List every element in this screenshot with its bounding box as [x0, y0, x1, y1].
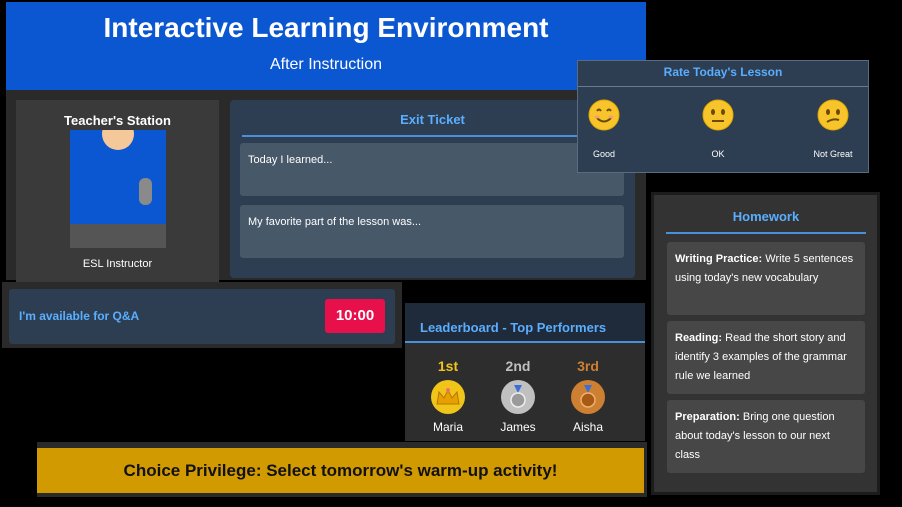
- rating-label: OK: [711, 149, 725, 159]
- rating-option-good[interactable]: Good: [574, 99, 634, 159]
- rating-title: Rate Today's Lesson: [578, 61, 868, 87]
- confused-face-icon: [817, 99, 849, 131]
- rating-label: Good: [592, 149, 616, 159]
- rating-option-not-great[interactable]: Not Great: [803, 99, 863, 159]
- exit-ticket-placeholder: Today I learned...: [248, 154, 333, 166]
- leaderboard-entry: 1st Maria: [418, 358, 478, 434]
- homework-panel: Homework Writing Practice: Write 5 sente…: [651, 192, 880, 495]
- homework-title: Homework: [666, 209, 866, 234]
- bronze-medal-icon: [571, 380, 605, 414]
- homework-item-label: Preparation:: [675, 411, 740, 423]
- exit-ticket-placeholder: My favorite part of the lesson was...: [248, 216, 422, 228]
- choice-privilege-banner: Choice Privilege: Select tomorrow's warm…: [37, 448, 644, 493]
- homework-item-label: Reading:: [675, 332, 723, 344]
- leaderboard-title: Leaderboard - Top Performers: [405, 303, 645, 343]
- leaderboard-rank: 1st: [437, 358, 459, 374]
- homework-item: Reading: Read the short story and identi…: [667, 321, 865, 394]
- leaderboard-name: James: [500, 420, 536, 434]
- homework-item: Preparation: Bring one question about to…: [667, 400, 865, 473]
- rating-option-ok[interactable]: OK: [688, 99, 748, 159]
- page-subtitle: After Instruction: [269, 56, 383, 73]
- teacher-avatar: [70, 130, 166, 248]
- countdown-timer: 10:00: [325, 299, 385, 333]
- homework-item: Writing Practice: Write 5 sentences usin…: [667, 242, 865, 315]
- rating-label: Not Great: [813, 149, 853, 159]
- neutral-face-icon: [702, 99, 734, 131]
- exit-ticket-field-favorite[interactable]: My favorite part of the lesson was...: [240, 205, 624, 258]
- teacher-station: Teacher's Station ESL Instructor: [16, 100, 219, 282]
- lesson-rating-panel: Rate Today's Lesson Good OK Not Great: [577, 60, 869, 173]
- exit-ticket-title: Exit Ticket: [242, 112, 623, 137]
- silver-medal-icon: [501, 380, 535, 414]
- exit-ticket-field-learned[interactable]: Today I learned...: [240, 143, 624, 196]
- page-title: Interactive Learning Environment: [103, 12, 549, 43]
- homework-item-label: Writing Practice:: [675, 253, 763, 265]
- leaderboard-rank: 3rd: [577, 358, 599, 374]
- leaderboard-panel: Leaderboard - Top Performers 1st Maria 2…: [405, 303, 645, 441]
- teacher-caption: ESL Instructor: [82, 258, 153, 270]
- qa-availability-text: I'm available for Q&A: [19, 309, 140, 323]
- qa-bar: I'm available for Q&A 10:00: [9, 289, 395, 344]
- leaderboard-name: Maria: [432, 420, 463, 434]
- smiling-face-icon: [588, 99, 620, 131]
- leaderboard-name: Aisha: [572, 420, 604, 434]
- leaderboard-rank: 2nd: [505, 358, 531, 374]
- crown-icon: [431, 380, 465, 414]
- leaderboard-entry: 3rd Aisha: [558, 358, 618, 434]
- leaderboard-entry: 2nd James: [488, 358, 548, 434]
- teacher-station-title: Teacher's Station: [64, 113, 171, 128]
- header-banner: Interactive Learning Environment After I…: [6, 2, 646, 90]
